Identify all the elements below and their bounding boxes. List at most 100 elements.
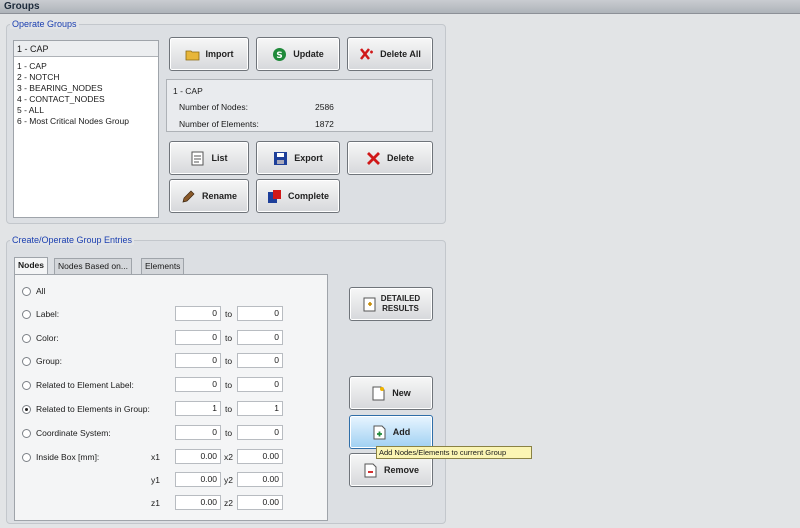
label-from-field[interactable]: 0 — [175, 306, 221, 321]
delete-button[interactable]: Delete — [347, 141, 433, 175]
list-item[interactable]: 2 - NOTCH — [17, 72, 60, 82]
folder-icon — [185, 47, 200, 62]
groups-list[interactable]: 1 - CAP 1 - CAP 2 - NOTCH 3 - BEARING_NO… — [13, 40, 159, 218]
group-info-box: 1 - CAP Number of Nodes: 2586 Number of … — [166, 79, 433, 132]
complete-icon — [267, 189, 282, 204]
save-icon — [273, 151, 288, 166]
pencil-icon — [181, 189, 196, 204]
related-group-to-field[interactable]: 1 — [237, 401, 283, 416]
y2-field[interactable]: 0.00 — [237, 472, 283, 487]
group-to-field[interactable]: 0 — [237, 353, 283, 368]
add-button[interactable]: Add — [349, 415, 433, 449]
export-button[interactable]: Export — [256, 141, 340, 175]
list-icon — [190, 151, 205, 166]
option-related-label-label: Related to Element Label: — [36, 380, 134, 390]
window-title: Groups — [0, 0, 800, 14]
rename-label: Rename — [201, 191, 237, 201]
list-item[interactable]: 6 - Most Critical Nodes Group — [17, 116, 129, 126]
add-document-icon — [372, 425, 387, 440]
update-label: Update — [293, 49, 324, 59]
detailed-results-icon — [362, 297, 377, 312]
add-tooltip: Add Nodes/Elements to current Group — [376, 446, 532, 459]
radio-coordinate-system[interactable] — [22, 429, 31, 438]
radio-inside-box[interactable] — [22, 453, 31, 462]
list-item[interactable]: 1 - CAP — [17, 61, 47, 71]
list-item[interactable]: 4 - CONTACT_NODES — [17, 94, 105, 104]
to-label: to — [225, 404, 233, 414]
delete-icon — [366, 151, 381, 166]
to-label: to — [225, 309, 233, 319]
x2-label: x2 — [224, 452, 233, 462]
coord-from-field[interactable]: 0 — [175, 425, 221, 440]
elements-count-value: 1872 — [315, 119, 334, 129]
delete-all-icon — [359, 47, 374, 62]
group-from-field[interactable]: 0 — [175, 353, 221, 368]
related-label-from-field[interactable]: 0 — [175, 377, 221, 392]
option-related-group-label: Related to Elements in Group: — [36, 404, 150, 414]
option-all-label: All — [36, 286, 46, 296]
radio-all[interactable] — [22, 287, 31, 296]
operate-groups-legend: Operate Groups — [10, 19, 79, 29]
z2-label: z2 — [224, 498, 233, 508]
tab-elements[interactable]: Elements — [141, 258, 185, 274]
complete-label: Complete — [287, 191, 329, 201]
update-button[interactable]: S Update — [256, 37, 340, 71]
new-document-icon — [371, 386, 386, 401]
list-button[interactable]: List — [169, 141, 249, 175]
x2-field[interactable]: 0.00 — [237, 449, 283, 464]
option-coord-label: Coordinate System: — [36, 428, 111, 438]
list-item[interactable]: 5 - ALL — [17, 105, 44, 115]
detailed-line1: DETAILED — [380, 294, 421, 303]
remove-document-icon — [363, 463, 378, 478]
z1-field[interactable]: 0.00 — [175, 495, 221, 510]
option-color-label: Color: — [36, 333, 59, 343]
y2-label: y2 — [224, 475, 233, 485]
color-from-field[interactable]: 0 — [175, 330, 221, 345]
radio-label[interactable] — [22, 310, 31, 319]
complete-button[interactable]: Complete — [256, 179, 340, 213]
import-button[interactable]: Import — [169, 37, 249, 71]
svg-text:S: S — [276, 51, 282, 61]
elements-count-label: Number of Elements: — [179, 119, 259, 129]
add-label: Add — [392, 427, 411, 437]
detailed-line2: RESULTS — [382, 304, 419, 313]
related-label-to-field[interactable]: 0 — [237, 377, 283, 392]
detailed-results-label: DETAILED RESULTS — [381, 294, 420, 314]
list-item[interactable]: 3 - BEARING_NODES — [17, 83, 103, 93]
to-label: to — [225, 356, 233, 366]
delete-label: Delete — [386, 153, 414, 163]
z1-label: z1 — [151, 498, 160, 508]
radio-color[interactable] — [22, 334, 31, 343]
export-label: Export — [294, 153, 323, 163]
radio-group[interactable] — [22, 357, 31, 366]
x1-field[interactable]: 0.00 — [175, 449, 221, 464]
coord-to-field[interactable]: 0 — [237, 425, 283, 440]
option-group-label: Group: — [36, 356, 62, 366]
new-button[interactable]: New — [349, 376, 433, 410]
radio-related-element-label[interactable] — [22, 381, 31, 390]
to-label: to — [225, 380, 233, 390]
to-label: to — [225, 333, 233, 343]
option-label-label: Label: — [36, 309, 60, 319]
related-group-from-field[interactable]: 1 — [175, 401, 221, 416]
list-label: List — [211, 153, 228, 163]
to-label: to — [225, 428, 233, 438]
delete-all-label: Delete All — [380, 49, 421, 59]
delete-all-button[interactable]: Delete All — [347, 37, 433, 71]
group-info-name: 1 - CAP — [173, 86, 203, 96]
update-icon: S — [272, 47, 287, 62]
groups-list-selected-header: 1 - CAP — [14, 41, 158, 57]
color-to-field[interactable]: 0 — [237, 330, 283, 345]
tab-nodes[interactable]: Nodes — [14, 257, 48, 275]
remove-label: Remove — [383, 465, 419, 475]
import-label: Import — [205, 49, 234, 59]
option-inside-box-label: Inside Box [mm]: — [36, 452, 100, 462]
radio-related-elements-group[interactable] — [22, 405, 31, 414]
rename-button[interactable]: Rename — [169, 179, 249, 213]
y1-label: y1 — [151, 475, 160, 485]
label-to-field[interactable]: 0 — [237, 306, 283, 321]
detailed-results-button[interactable]: DETAILED RESULTS — [349, 287, 433, 321]
y1-field[interactable]: 0.00 — [175, 472, 221, 487]
z2-field[interactable]: 0.00 — [237, 495, 283, 510]
tab-nodes-based-on[interactable]: Nodes Based on... — [54, 258, 132, 274]
